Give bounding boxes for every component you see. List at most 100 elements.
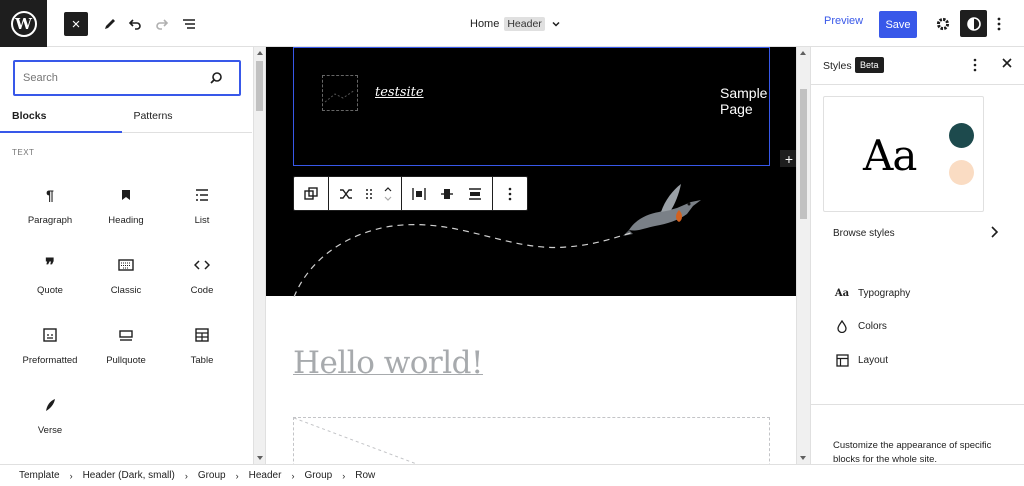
typography-icon: Aa <box>834 287 850 299</box>
block-item-preformatted[interactable]: Preformatted <box>12 317 88 377</box>
blocks-description: Customize the appearance of specific blo… <box>833 440 992 465</box>
heading-icon <box>116 185 136 205</box>
wordpress-logo-button[interactable]: W <box>0 0 47 47</box>
tools-button[interactable] <box>98 12 122 36</box>
search-input[interactable] <box>23 70 193 86</box>
scrollbar-thumb[interactable] <box>256 61 263 111</box>
close-inserter-button[interactable]: × <box>64 12 88 36</box>
toolbar-group-parent <box>294 177 329 210</box>
half-circle-contrast-icon <box>966 16 981 31</box>
nav-item-sample-page[interactable]: Sample Page <box>720 85 769 117</box>
options-button[interactable] <box>989 12 1009 36</box>
row-block-type-button[interactable] <box>335 183 357 205</box>
featured-image-placeholder[interactable] <box>293 417 770 464</box>
redo-icon <box>156 19 169 30</box>
block-label: Pullquote <box>106 355 146 366</box>
tab-blocks[interactable]: Blocks <box>0 105 122 133</box>
justify-space-between-button[interactable] <box>408 183 430 205</box>
block-item-list[interactable]: List <box>164 177 240 237</box>
site-header-block[interactable]: testsite Sample Page + <box>266 47 796 297</box>
nav-colors[interactable]: Colors <box>835 317 887 335</box>
block-options-button[interactable] <box>499 183 521 205</box>
styles-title: Styles <box>823 60 852 72</box>
search-box <box>13 60 241 96</box>
paragraph-icon: ¶ <box>46 187 54 203</box>
pencil-icon <box>105 19 115 29</box>
vertical-ellipsis-icon <box>997 17 1001 31</box>
undo-icon <box>128 19 141 30</box>
close-icon <box>1002 58 1012 68</box>
breadcrumb-item[interactable]: Group <box>304 470 332 481</box>
block-label: Preformatted <box>22 355 78 366</box>
scroll-down-arrow[interactable] <box>800 456 806 460</box>
category-label: TEXT <box>12 148 35 157</box>
block-item-classic[interactable]: Classic <box>88 247 164 307</box>
dashed-flight-path <box>293 223 632 297</box>
document-name: Home <box>470 18 500 30</box>
selected-row-block[interactable]: testsite Sample Page + <box>293 47 796 167</box>
settings-button[interactable] <box>931 12 955 36</box>
block-toolbar <box>293 176 528 211</box>
post-title[interactable]: Hello world! <box>293 345 483 381</box>
styles-more-button[interactable] <box>973 58 977 77</box>
chevron-right-icon: › <box>291 470 295 481</box>
block-item-paragraph[interactable]: ¶ Paragraph <box>12 177 88 237</box>
inserter-scrollbar[interactable] <box>254 47 266 464</box>
breadcrumb-item[interactable]: Row <box>355 470 375 481</box>
chevron-right-icon[interactable] <box>988 225 1000 244</box>
block-label: Heading <box>108 215 144 226</box>
pullquote-icon <box>116 325 136 345</box>
close-styles-button[interactable] <box>1001 57 1013 72</box>
select-parent-button[interactable] <box>300 183 322 205</box>
nav-layout[interactable]: Layout <box>835 351 888 369</box>
scrollbar-thumb[interactable] <box>800 89 807 219</box>
chevron-up-down-icon <box>384 186 392 201</box>
toolbar-group-transform <box>329 177 402 210</box>
redo-button[interactable] <box>150 12 174 36</box>
block-item-code[interactable]: Code <box>164 247 240 307</box>
breadcrumb-item[interactable]: Header (Dark, small) <box>83 470 175 481</box>
vertical-ellipsis-icon <box>973 58 977 72</box>
layout-icon <box>835 353 849 367</box>
justify-space-between-icon <box>412 187 426 200</box>
style-preview-card[interactable]: Aa <box>823 96 984 212</box>
nav-typography[interactable]: Aa Typography <box>835 284 910 302</box>
document-type-badge: Header <box>504 17 545 31</box>
breadcrumb-item[interactable]: Template <box>19 470 60 481</box>
top-toolbar: W × Home Header Preview Save <box>0 0 1024 47</box>
scroll-down-arrow[interactable] <box>257 456 263 460</box>
breadcrumb-item[interactable]: Group <box>198 470 226 481</box>
block-label: Verse <box>37 425 63 436</box>
block-item-quote[interactable]: ❞ Quote <box>12 247 88 307</box>
preview-button[interactable]: Preview <box>824 15 863 27</box>
add-block-button[interactable]: + <box>780 150 796 167</box>
site-title[interactable]: testsite <box>375 85 424 100</box>
block-item-verse[interactable]: Verse <box>12 387 88 447</box>
list-view-button[interactable] <box>177 12 201 36</box>
beta-badge: Beta <box>855 57 884 73</box>
block-item-table[interactable]: Table <box>164 317 240 377</box>
canvas-scrollbar[interactable] <box>796 47 810 464</box>
row-icon <box>340 188 352 199</box>
search-icon <box>210 72 222 84</box>
document-title[interactable]: Home Header <box>470 14 562 34</box>
nav-colors-label: Colors <box>858 320 887 332</box>
move-up-down-buttons[interactable] <box>381 183 395 205</box>
color-swatch-secondary <box>949 160 974 185</box>
undo-button[interactable] <box>123 12 147 36</box>
block-item-pullquote[interactable]: Pullquote <box>88 317 164 377</box>
scroll-up-arrow[interactable] <box>800 51 806 55</box>
scroll-up-arrow[interactable] <box>257 51 263 55</box>
drag-handle[interactable] <box>363 183 375 205</box>
styles-button[interactable] <box>960 10 987 37</box>
tab-patterns[interactable]: Patterns <box>122 105 184 133</box>
block-label: Classic <box>110 285 142 296</box>
save-button[interactable]: Save <box>879 11 917 38</box>
site-logo-placeholder[interactable] <box>322 75 358 111</box>
vertical-align-center-button[interactable] <box>436 183 458 205</box>
browse-styles-button[interactable]: Browse styles <box>833 228 895 239</box>
breadcrumb-item[interactable]: Header <box>249 470 282 481</box>
nav-typography-label: Typography <box>858 287 911 299</box>
full-width-button[interactable] <box>464 183 486 205</box>
block-item-heading[interactable]: Heading <box>88 177 164 237</box>
